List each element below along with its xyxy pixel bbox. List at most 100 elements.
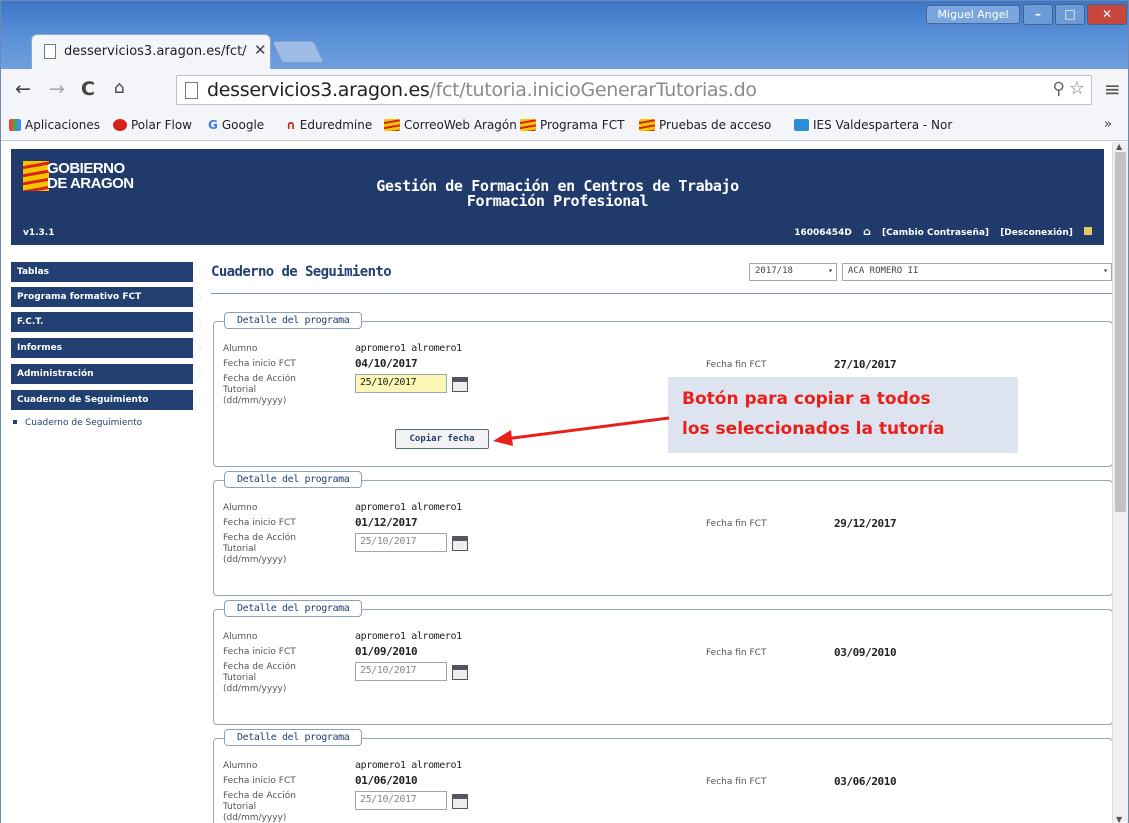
close-window-button[interactable]: ✕ [1087, 4, 1127, 25]
fecha-accion-label: Fecha de Acción Tutorial (dd/mm/yyyy) [223, 374, 343, 407]
fecha-fin-value: 27/10/2017 [834, 358, 897, 371]
tab-title: desservicios3.aragon.es/fct/ [64, 44, 247, 59]
fecha-inicio-label: Fecha inicio FCT [223, 518, 296, 528]
version-label: v1.3.1 [23, 228, 55, 238]
alumno-value: apromero1 alromero1 [355, 502, 462, 513]
scroll-down-icon[interactable]: ▼ [1116, 815, 1122, 823]
program-detail: Detalle del programa Alumno apromero1 al… [213, 729, 1112, 823]
page-title: Cuaderno de Seguimiento [211, 264, 392, 280]
profile-button[interactable]: Miguel Angel [926, 5, 1020, 24]
chrome-menu-icon[interactable]: ≡ [1104, 77, 1121, 101]
year-select[interactable]: 2017/18 ▾ [749, 263, 837, 281]
fecha-accion-line3: (dd/mm/yyyy) [223, 396, 287, 406]
calendar-icon[interactable] [452, 377, 468, 392]
alumno-label: Alumno [223, 632, 258, 642]
fecha-accion-label: Fecha de Acción Tutorial (dd/mm/yyyy) [223, 533, 343, 566]
calendar-icon[interactable] [452, 665, 468, 680]
bookmark-label: IES Valdespartera - Nor [813, 118, 953, 132]
vertical-scrollbar[interactable]: ▲ ▼ [1112, 142, 1128, 823]
title-separator [211, 293, 1112, 294]
url-text[interactable]: desservicios3.aragon.es/fct/tutoria.inic… [207, 79, 757, 101]
bookmark-apps[interactable]: Aplicaciones [9, 118, 100, 132]
copy-date-button[interactable]: Copiar fecha [395, 429, 489, 449]
scrollbar-thumb[interactable] [1115, 152, 1126, 512]
scroll-up-icon[interactable]: ▲ [1116, 142, 1122, 151]
forward-arrow-icon[interactable]: → [49, 78, 65, 100]
sidebar-item-cuaderno[interactable]: Cuaderno de Seguimiento [11, 390, 201, 410]
calendar-icon[interactable] [452, 536, 468, 551]
calendar-icon[interactable] [452, 794, 468, 809]
help-icon[interactable] [1084, 227, 1092, 235]
bookmark-polar-flow[interactable]: Polar Flow [113, 118, 192, 132]
bookmark-google[interactable]: G Google [208, 118, 264, 132]
apps-grid-icon [9, 119, 21, 131]
fecha-inicio-label: Fecha inicio FCT [223, 359, 296, 369]
fecha-accion-label: Fecha de Acción Tutorial (dd/mm/yyyy) [223, 662, 343, 695]
zoom-icon[interactable]: ⚲ [1053, 79, 1065, 99]
more-bookmarks-icon[interactable]: » [1104, 117, 1112, 132]
annotation-arrow [493, 416, 670, 446]
browser-toolbar: ← → C ⌂ desservicios3.aragon.es/fct/tuto… [1, 69, 1128, 111]
sidebar-item-programa-formativo[interactable]: Programa formativo FCT [11, 287, 201, 307]
url-host: desservicios3.aragon.es [207, 79, 430, 101]
bookmark-label: Pruebas de acceso [659, 118, 772, 132]
fecha-fin-value: 29/12/2017 [834, 517, 897, 530]
redmine-icon: ∩ [286, 118, 296, 132]
bookmark-star-icon[interactable]: ☆ [1069, 78, 1085, 99]
home-icon[interactable]: ⌂ [863, 225, 871, 238]
sidebar-item-tablas[interactable]: Tablas [11, 262, 201, 282]
aragon-flag-icon [520, 119, 536, 131]
page-icon [185, 82, 198, 99]
url-path: /fct/tutoria.inicioGenerarTutorias.do [429, 79, 757, 101]
sidebar-item-administracion[interactable]: Administración [11, 364, 201, 384]
sidebar-item-informes[interactable]: Informes [11, 338, 201, 358]
center-select[interactable]: ACA ROMERO II ▾ [842, 263, 1112, 281]
bookmark-correoweb[interactable]: CorreoWeb Aragón [384, 118, 517, 132]
polar-icon [113, 119, 127, 131]
alumno-value: apromero1 alromero1 [355, 343, 462, 354]
fecha-fin-label: Fecha fin FCT [706, 519, 767, 529]
fecha-accion-line3: (dd/mm/yyyy) [223, 684, 287, 694]
fecha-inicio-value: 01/12/2017 [355, 516, 418, 529]
bookmark-pruebas-acceso[interactable]: Pruebas de acceso [639, 118, 771, 132]
arrow-shaft [504, 416, 670, 441]
fecha-inicio-value: 01/06/2010 [355, 774, 418, 787]
alumno-value: apromero1 alromero1 [355, 760, 462, 771]
fecha-accion-label: Fecha de Acción Tutorial (dd/mm/yyyy) [223, 791, 343, 823]
home-icon[interactable]: ⌂ [114, 78, 125, 98]
fecha-accion-input[interactable]: 25/10/2017 [355, 791, 447, 810]
fecha-accion-input[interactable]: 25/10/2017 [355, 374, 447, 393]
minimize-button[interactable]: – [1023, 4, 1053, 25]
alumno-label: Alumno [223, 503, 258, 513]
back-arrow-icon[interactable]: ← [15, 78, 31, 100]
sidebar-subitem-cuaderno[interactable]: Cuaderno de Seguimiento [13, 418, 142, 428]
maximize-button[interactable]: □ [1055, 4, 1085, 25]
app-subtitle: Formación Profesional [466, 192, 649, 210]
close-tab-icon[interactable]: ✕ [254, 41, 267, 59]
callout-line2: los seleccionados la tutoría [682, 419, 945, 439]
aragon-flag-icon [384, 119, 400, 131]
sidebar-item-fct[interactable]: F.C.T. [11, 312, 201, 332]
fecha-accion-line3: (dd/mm/yyyy) [223, 813, 287, 823]
program-detail: Detalle del programa Alumno apromero1 al… [213, 471, 1112, 596]
fecha-fin-label: Fecha fin FCT [706, 777, 767, 787]
fecha-fin-value: 03/06/2010 [834, 775, 897, 788]
fecha-accion-line2: Tutorial [223, 544, 257, 554]
google-icon: G [208, 118, 218, 132]
fecha-accion-input[interactable]: 25/10/2017 [355, 533, 447, 552]
new-tab-button[interactable] [271, 41, 325, 63]
reload-icon[interactable]: C [81, 78, 95, 100]
browser-tab[interactable]: desservicios3.aragon.es/fct/ ✕ [31, 34, 271, 69]
address-bar[interactable]: desservicios3.aragon.es/fct/tutoria.inic… [176, 75, 1092, 105]
fecha-accion-input[interactable]: 25/10/2017 [355, 662, 447, 681]
bookmark-label: Aplicaciones [25, 118, 100, 132]
fecha-accion-line1: Fecha de Acción [223, 662, 296, 672]
logout-link[interactable]: [Desconexión] [1000, 228, 1073, 238]
change-password-link[interactable]: [Cambio Contraseña] [882, 228, 989, 238]
fecha-fin-label: Fecha fin FCT [706, 648, 767, 658]
bookmark-eduredmine[interactable]: ∩ Eduredmine [286, 118, 372, 132]
bookmark-ies-valdespartera[interactable]: IES Valdespartera - Nor [794, 118, 952, 132]
bookmark-programa-fct[interactable]: Programa FCT [520, 118, 624, 132]
annotation-callout: Botón para copiar a todos los selecciona… [668, 377, 1018, 453]
fecha-fin-value: 03/09/2010 [834, 646, 897, 659]
